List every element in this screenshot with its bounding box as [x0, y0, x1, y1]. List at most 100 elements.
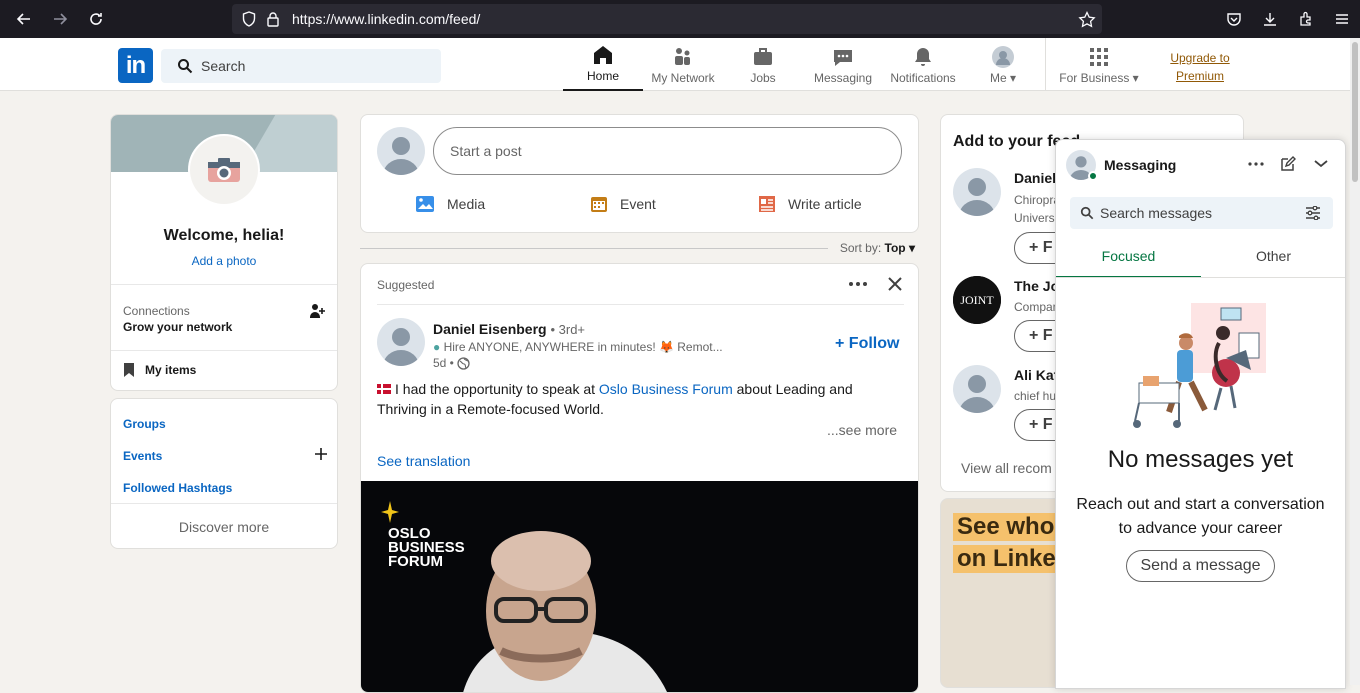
shield-icon[interactable]	[238, 4, 260, 34]
sort-dropdown[interactable]: Sort by: Top ▾	[840, 241, 915, 255]
upgrade-premium-link[interactable]: Upgrade to Premium	[1160, 49, 1240, 85]
search-messages-placeholder: Search messages	[1100, 205, 1213, 221]
chevron-down-icon[interactable]	[1313, 156, 1329, 172]
nav-my-network[interactable]: My Network	[643, 38, 723, 91]
search-messages-input[interactable]: Search messages	[1070, 197, 1333, 229]
divider	[111, 284, 337, 285]
author-name[interactable]: Daniel Eisenberg • 3rd+	[433, 321, 585, 337]
back-icon[interactable]	[6, 0, 42, 38]
author-avatar[interactable]	[377, 318, 425, 366]
see-translation-link[interactable]: See translation	[377, 453, 470, 469]
online-status-dot	[1088, 171, 1098, 181]
avatar[interactable]	[377, 127, 425, 175]
my-items-label: My items	[145, 363, 197, 377]
see-more-button[interactable]: ...see more	[827, 422, 897, 438]
bell-icon	[915, 48, 931, 66]
forward-icon[interactable]	[42, 0, 78, 38]
no-messages-title: No messages yet	[1107, 446, 1294, 473]
nav-messaging[interactable]: Messaging	[803, 38, 883, 91]
rec-avatar[interactable]	[953, 365, 1001, 413]
event-button[interactable]: Event	[590, 195, 656, 213]
rec-subtitle: Universi	[1014, 211, 1058, 225]
rec-name[interactable]: The Jo	[1014, 278, 1059, 294]
camera-icon	[208, 158, 240, 182]
nav-me[interactable]: Me ▾	[963, 38, 1043, 91]
compose-icon[interactable]	[1280, 156, 1296, 172]
menu-icon[interactable]	[1324, 0, 1360, 38]
follow-button[interactable]: + Follow	[835, 335, 899, 353]
add-photo-link[interactable]: Add a photo	[111, 254, 337, 268]
close-icon[interactable]	[885, 274, 905, 294]
lock-icon[interactable]	[262, 4, 284, 34]
welcome-text[interactable]: Welcome, helia!	[111, 227, 337, 245]
article-label: Write article	[788, 196, 862, 212]
tab-other[interactable]: Other	[1201, 236, 1346, 278]
nav-for-business[interactable]: For Business ▾	[1046, 38, 1152, 91]
nav-jobs[interactable]: Jobs	[723, 38, 803, 91]
divider	[111, 350, 337, 351]
page-scrollbar[interactable]	[1350, 38, 1360, 685]
media-button[interactable]: Media	[415, 195, 485, 213]
write-article-button[interactable]: Write article	[758, 195, 862, 213]
nav-messaging-label: Messaging	[813, 71, 873, 85]
rec-name[interactable]: Ali Kaf	[1014, 367, 1058, 383]
groups-link[interactable]: Groups	[123, 417, 166, 431]
community-links-card: Groups Events Followed Hashtags Discover…	[110, 398, 338, 549]
empty-state-illustration	[1133, 303, 1266, 428]
rec-subtitle: Compan	[1014, 300, 1060, 314]
url-bar[interactable]: https://www.linkedin.com/feed/	[232, 4, 1102, 34]
add-person-icon[interactable]	[309, 303, 325, 319]
start-post-button[interactable]: Start a post	[433, 127, 902, 175]
extensions-icon[interactable]	[1288, 0, 1324, 38]
for-business-label: For Business ▾	[1059, 71, 1139, 85]
bookmark-star-icon[interactable]	[1078, 10, 1096, 34]
nav-notifications[interactable]: Notifications	[883, 38, 963, 91]
post-video[interactable]: OSLO BUSINESS FORUM	[361, 481, 918, 692]
send-message-button[interactable]: Send a message	[1126, 550, 1275, 582]
network-icon	[675, 48, 690, 65]
post-time: 5d •	[433, 356, 470, 370]
rec-avatar[interactable]	[953, 168, 1001, 216]
tabs-divider	[1056, 277, 1345, 278]
events-link[interactable]: Events	[123, 449, 162, 463]
rec-subtitle: chief hu	[1014, 389, 1057, 403]
bookmark-icon	[124, 363, 134, 377]
rec-name[interactable]: Daniel	[1014, 170, 1056, 186]
add-event-icon[interactable]	[314, 447, 328, 461]
discover-more-button[interactable]: Discover more	[111, 519, 337, 535]
author-headline: ● Hire ANYONE, ANYWHERE in minutes! 🦊 Re…	[433, 340, 723, 354]
nav-me-label: Me ▾	[989, 71, 1017, 85]
nav-home[interactable]: Home	[563, 38, 643, 91]
upgrade-line-2: Premium	[1175, 69, 1224, 83]
event-label: Event	[620, 196, 656, 212]
connections-label[interactable]: Connections	[123, 304, 190, 318]
my-items-link[interactable]: My items	[123, 362, 196, 378]
search-input[interactable]: Search	[161, 49, 441, 83]
grow-network-label[interactable]: Grow your network	[123, 320, 232, 334]
followed-hashtags-link[interactable]: Followed Hashtags	[123, 481, 232, 495]
url-text[interactable]: https://www.linkedin.com/feed/	[292, 11, 480, 27]
divider	[111, 503, 337, 504]
pocket-icon[interactable]	[1216, 0, 1252, 38]
tab-focused[interactable]: Focused	[1056, 236, 1201, 278]
nav-notifications-label: Notifications	[890, 71, 956, 85]
linkedin-logo[interactable]: in	[118, 48, 153, 83]
search-icon	[1080, 206, 1094, 220]
filter-icon[interactable]	[1305, 206, 1321, 220]
speaker-image	[463, 531, 667, 692]
linkedin-header: in Search Home My Network Jobs Messaging…	[0, 38, 1350, 91]
suggested-label: Suggested	[377, 278, 435, 292]
reload-icon[interactable]	[78, 0, 114, 38]
profile-photo[interactable]	[188, 134, 260, 206]
briefcase-icon	[754, 48, 772, 65]
media-label: Media	[447, 196, 486, 212]
more-options-icon[interactable]	[1247, 156, 1265, 172]
scrollbar-thumb[interactable]	[1352, 42, 1358, 182]
mention-link[interactable]: Oslo Business Forum	[599, 381, 733, 397]
view-all-recommendations-link[interactable]: View all recom	[961, 460, 1052, 476]
more-options-icon[interactable]	[847, 274, 869, 294]
messaging-title[interactable]: Messaging	[1104, 157, 1176, 173]
download-icon[interactable]	[1252, 0, 1288, 38]
rec-avatar[interactable]: JOINT	[953, 276, 1001, 324]
upgrade-line-1: Upgrade to	[1170, 51, 1230, 65]
